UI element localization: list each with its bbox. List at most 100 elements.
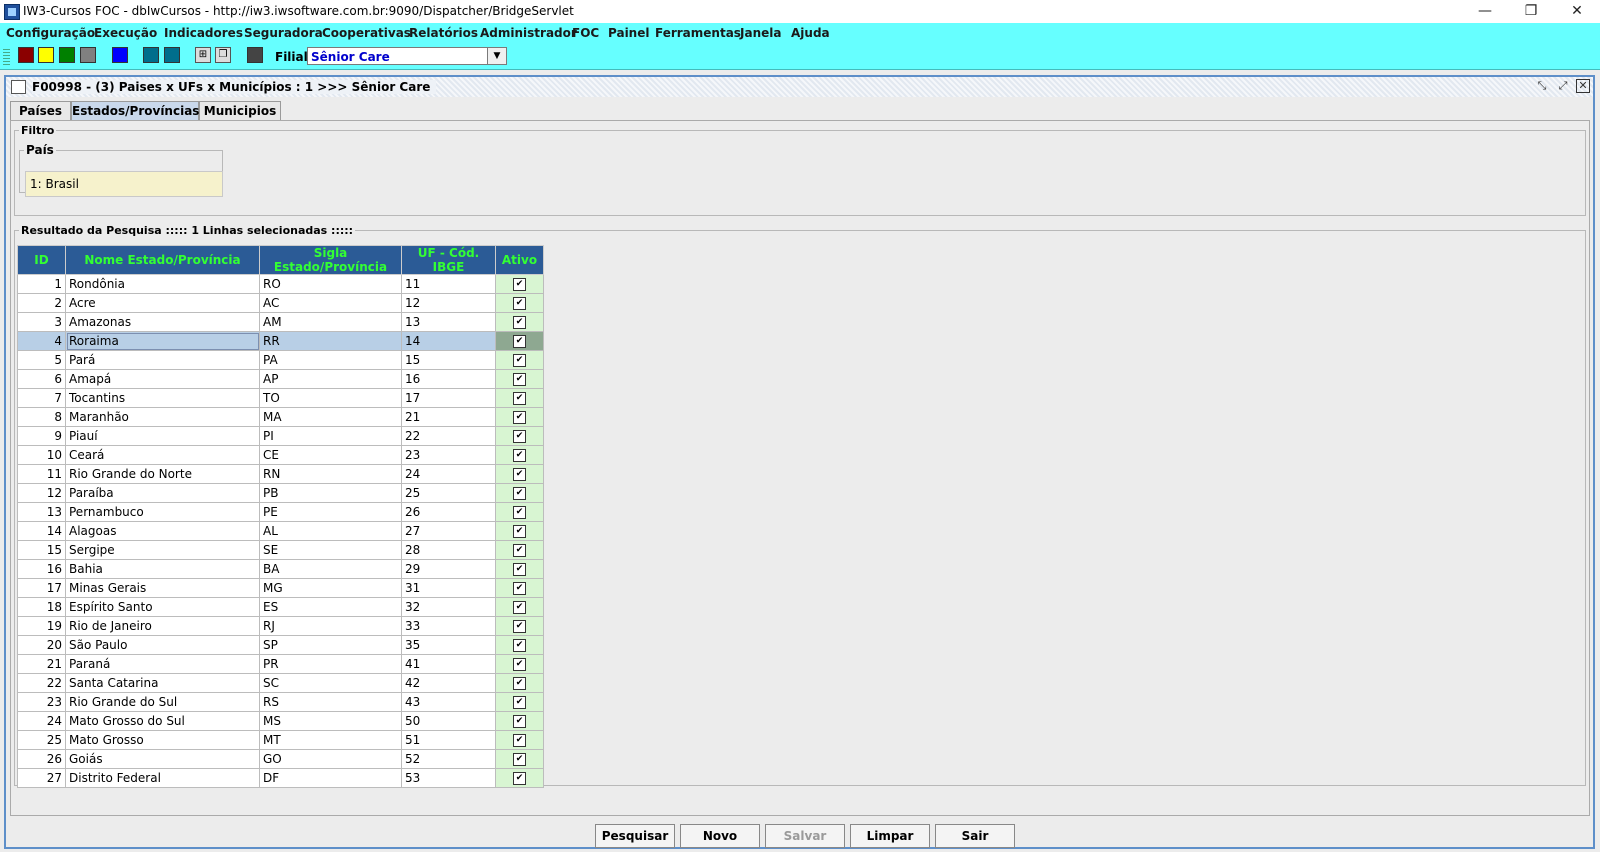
cell-sigla[interactable]: RJ	[259, 616, 402, 636]
ativo-checkbox[interactable]: ✔	[513, 696, 526, 709]
cell-id[interactable]: 21	[17, 654, 66, 674]
cell-ativo[interactable]: ✔	[495, 559, 544, 579]
ativo-checkbox[interactable]: ✔	[513, 449, 526, 462]
table-row[interactable]: 19 Rio de Janeiro RJ 33 ✔	[17, 616, 544, 636]
table-row[interactable]: 3 Amazonas AM 13 ✔	[17, 312, 544, 332]
cell-id[interactable]: 2	[17, 293, 66, 313]
toolbar-grip[interactable]	[3, 47, 10, 65]
cell-nome[interactable]: Mato Grosso	[65, 730, 260, 750]
cell-ibge[interactable]: 25	[401, 483, 496, 503]
column-header-id[interactable]: ID	[17, 245, 66, 275]
table-row[interactable]: 7 Tocantins TO 17 ✔	[17, 388, 544, 408]
cell-ibge[interactable]: 50	[401, 711, 496, 731]
cell-ibge[interactable]: 29	[401, 559, 496, 579]
color-swatch-teal-2[interactable]	[164, 47, 180, 63]
cell-ativo[interactable]: ✔	[495, 502, 544, 522]
column-header-nome[interactable]: Nome Estado/Província	[65, 245, 260, 275]
ativo-checkbox[interactable]: ✔	[513, 525, 526, 538]
menu-configuracao[interactable]: Configuração	[6, 26, 95, 40]
cell-ativo[interactable]: ✔	[495, 293, 544, 313]
cell-id[interactable]: 27	[17, 768, 66, 788]
color-swatch-yellow[interactable]	[38, 47, 54, 63]
cell-nome[interactable]: Rio Grande do Sul	[65, 692, 260, 712]
menu-relatorios[interactable]: Relatórios	[409, 26, 478, 40]
cell-sigla[interactable]: TO	[259, 388, 402, 408]
table-row[interactable]: 11 Rio Grande do Norte RN 24 ✔	[17, 464, 544, 484]
menu-foc[interactable]: FOC	[572, 26, 599, 40]
cell-nome[interactable]: Goiás	[65, 749, 260, 769]
cell-id[interactable]: 14	[17, 521, 66, 541]
cell-ibge[interactable]: 42	[401, 673, 496, 693]
cell-nome[interactable]: Rio Grande do Norte	[65, 464, 260, 484]
table-row[interactable]: 21 Paraná PR 41 ✔	[17, 654, 544, 674]
table-row[interactable]: 17 Minas Gerais MG 31 ✔	[17, 578, 544, 598]
table-row[interactable]: 1 Rondônia RO 11 ✔	[17, 274, 544, 294]
table-row[interactable]: 4 Roraima RR 14 ✔	[17, 331, 544, 351]
cell-sigla[interactable]: PI	[259, 426, 402, 446]
filial-select[interactable]: Sênior Care ▼	[307, 47, 507, 65]
cell-ibge[interactable]: 33	[401, 616, 496, 636]
cell-ativo[interactable]: ✔	[495, 749, 544, 769]
cell-sigla[interactable]: CE	[259, 445, 402, 465]
color-swatch-blue[interactable]	[112, 47, 128, 63]
cell-nome[interactable]: Mato Grosso do Sul	[65, 711, 260, 731]
ativo-checkbox[interactable]: ✔	[513, 582, 526, 595]
cell-ativo[interactable]: ✔	[495, 711, 544, 731]
minimize-icon[interactable]: —	[1462, 0, 1508, 23]
tab-paises[interactable]: Países	[10, 101, 71, 120]
cell-nome[interactable]: Rio de Janeiro	[65, 616, 260, 636]
cell-id[interactable]: 12	[17, 483, 66, 503]
ativo-checkbox[interactable]: ✔	[513, 734, 526, 747]
color-swatch-teal[interactable]	[143, 47, 159, 63]
cascade-windows-icon[interactable]: ❐	[215, 47, 231, 63]
cell-id[interactable]: 9	[17, 426, 66, 446]
cell-sigla[interactable]: RS	[259, 692, 402, 712]
cell-id[interactable]: 23	[17, 692, 66, 712]
cell-ativo[interactable]: ✔	[495, 274, 544, 294]
cell-nome[interactable]: Piauí	[65, 426, 260, 446]
cell-ibge[interactable]: 41	[401, 654, 496, 674]
table-row[interactable]: 24 Mato Grosso do Sul MS 50 ✔	[17, 711, 544, 731]
table-row[interactable]: 18 Espírito Santo ES 32 ✔	[17, 597, 544, 617]
menu-administrador[interactable]: Administrador	[480, 26, 577, 40]
cell-id[interactable]: 11	[17, 464, 66, 484]
cell-ativo[interactable]: ✔	[495, 464, 544, 484]
novo-button[interactable]: Novo	[680, 824, 760, 848]
tab-municipios[interactable]: Municipios	[199, 101, 281, 120]
pesquisar-button[interactable]: Pesquisar	[595, 824, 675, 848]
cell-ibge[interactable]: 28	[401, 540, 496, 560]
cell-ativo[interactable]: ✔	[495, 730, 544, 750]
cell-nome[interactable]: Roraima	[65, 331, 260, 351]
ativo-checkbox[interactable]: ✔	[513, 297, 526, 310]
menu-ajuda[interactable]: Ajuda	[791, 26, 830, 40]
cell-id[interactable]: 15	[17, 540, 66, 560]
ativo-checkbox[interactable]: ✔	[513, 411, 526, 424]
cell-id[interactable]: 7	[17, 388, 66, 408]
cell-sigla[interactable]: MS	[259, 711, 402, 731]
ativo-checkbox[interactable]: ✔	[513, 601, 526, 614]
cell-id[interactable]: 5	[17, 350, 66, 370]
cell-ibge[interactable]: 15	[401, 350, 496, 370]
table-row[interactable]: 12 Paraíba PB 25 ✔	[17, 483, 544, 503]
table-row[interactable]: 15 Sergipe SE 28 ✔	[17, 540, 544, 560]
cell-ativo[interactable]: ✔	[495, 350, 544, 370]
cell-sigla[interactable]: AP	[259, 369, 402, 389]
menu-janela[interactable]: Janela	[740, 26, 781, 40]
cell-nome[interactable]: Bahia	[65, 559, 260, 579]
cell-ativo[interactable]: ✔	[495, 426, 544, 446]
tree-view-icon[interactable]: ⊞	[195, 47, 211, 63]
cell-nome[interactable]: Distrito Federal	[65, 768, 260, 788]
cell-nome[interactable]: Amazonas	[65, 312, 260, 332]
menu-indicadores[interactable]: Indicadores	[164, 26, 243, 40]
ativo-checkbox[interactable]: ✔	[513, 430, 526, 443]
color-swatch-dark[interactable]	[247, 47, 263, 63]
cell-ibge[interactable]: 26	[401, 502, 496, 522]
table-row[interactable]: 25 Mato Grosso MT 51 ✔	[17, 730, 544, 750]
cell-sigla[interactable]: PB	[259, 483, 402, 503]
table-row[interactable]: 16 Bahia BA 29 ✔	[17, 559, 544, 579]
color-swatch-gray[interactable]	[80, 47, 96, 63]
cell-nome[interactable]: Paraíba	[65, 483, 260, 503]
ativo-checkbox[interactable]: ✔	[513, 506, 526, 519]
table-row[interactable]: 2 Acre AC 12 ✔	[17, 293, 544, 313]
cell-ibge[interactable]: 27	[401, 521, 496, 541]
